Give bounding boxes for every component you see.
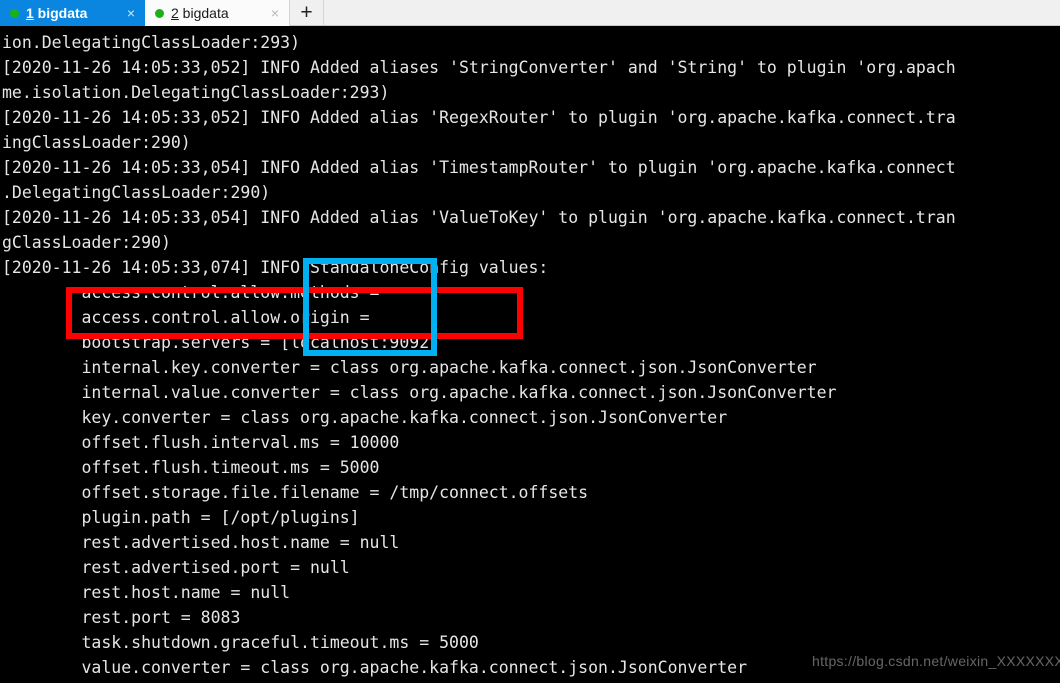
terminal-line: bootstrap.servers = [localhost:9092] xyxy=(2,333,440,352)
tab-bar: 1 bigdata × 2 bigdata × + xyxy=(0,0,1060,26)
terminal-line: gClassLoader:290) xyxy=(2,233,171,252)
tab-bar-filler xyxy=(324,0,1060,25)
terminal-line: offset.flush.timeout.ms = 5000 xyxy=(2,458,380,477)
terminal-line: internal.value.converter = class org.apa… xyxy=(2,383,837,402)
tab-2-bigdata[interactable]: 2 bigdata × xyxy=(145,0,290,26)
tab-status-dot-icon xyxy=(10,8,19,18)
tab-status-dot-icon xyxy=(155,8,164,18)
tab-1-label: 1 bigdata xyxy=(26,0,123,26)
new-tab-button[interactable]: + xyxy=(290,0,324,25)
terminal-line: access.control.allow.methods = xyxy=(2,283,380,302)
terminal-line: .DelegatingClassLoader:290) xyxy=(2,183,271,202)
terminal-line: offset.flush.interval.ms = 10000 xyxy=(2,433,400,452)
terminal-line: rest.host.name = null xyxy=(2,583,291,602)
terminal-window: 1 bigdata × 2 bigdata × + ion.Delegating… xyxy=(0,0,1060,683)
terminal-line: [2020-11-26 14:05:33,074] INFO Standalon… xyxy=(2,258,549,277)
terminal-line: ion.DelegatingClassLoader:293) xyxy=(2,33,301,52)
terminal-line: access.control.allow.origin = xyxy=(2,308,370,327)
terminal-line: rest.advertised.host.name = null xyxy=(2,533,400,552)
terminal-line: value.converter = class org.apache.kafka… xyxy=(2,658,748,677)
terminal-line: plugin.path = [/opt/plugins] xyxy=(2,508,360,527)
terminal-line: ingClassLoader:290) xyxy=(2,133,191,152)
terminal-line: [2020-11-26 14:05:33,052] INFO Added ali… xyxy=(2,108,956,127)
terminal-output-pane[interactable]: ion.DelegatingClassLoader:293) [2020-11-2… xyxy=(0,26,1060,683)
tab-2-name: bigdata xyxy=(178,5,229,21)
tab-2-label: 2 bigdata xyxy=(171,0,267,26)
tab-1-name: bigdata xyxy=(33,5,88,21)
terminal-line: me.isolation.DelegatingClassLoader:293) xyxy=(2,83,390,102)
terminal-line: key.converter = class org.apache.kafka.c… xyxy=(2,408,728,427)
terminal-line: [2020-11-26 14:05:33,054] INFO Added ali… xyxy=(2,158,956,177)
terminal-log-lines: ion.DelegatingClassLoader:293) [2020-11-2… xyxy=(0,26,956,683)
tab-2-number: 2 xyxy=(171,5,179,21)
terminal-line: rest.port = 8083 xyxy=(2,608,241,627)
terminal-line: rest.advertised.port = null xyxy=(2,558,350,577)
close-icon[interactable]: × xyxy=(123,0,139,26)
terminal-line: offset.storage.file.filename = /tmp/conn… xyxy=(2,483,589,502)
terminal-line: [2020-11-26 14:05:33,054] INFO Added ali… xyxy=(2,208,956,227)
terminal-line: task.shutdown.graceful.timeout.ms = 5000 xyxy=(2,633,479,652)
terminal-line: internal.key.converter = class org.apach… xyxy=(2,358,817,377)
tab-1-number: 1 xyxy=(26,5,34,21)
close-icon[interactable]: × xyxy=(267,0,283,26)
terminal-line: [2020-11-26 14:05:33,052] INFO Added ali… xyxy=(2,58,956,77)
tab-1-bigdata[interactable]: 1 bigdata × xyxy=(0,0,145,26)
